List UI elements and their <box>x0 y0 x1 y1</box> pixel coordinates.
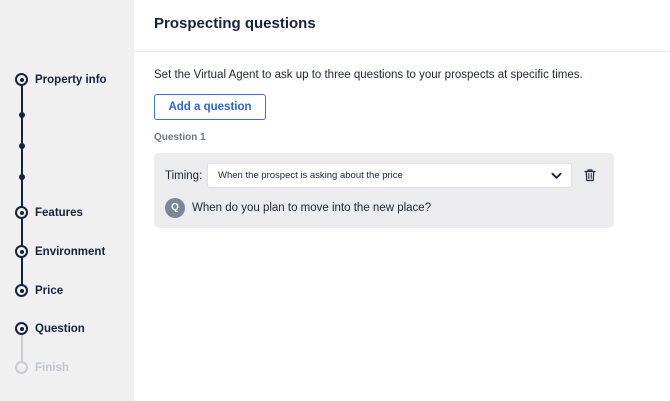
add-question-button[interactable]: Add a question <box>154 94 266 120</box>
page-header: Prospecting questions <box>134 0 670 52</box>
step-features[interactable]: Features <box>35 206 83 220</box>
chevron-down-icon <box>551 172 562 179</box>
question-text[interactable]: When do you plan to move into the new pl… <box>192 202 431 214</box>
timing-select-value: When the prospect is asking about the pr… <box>218 170 403 181</box>
substep-dot-icon <box>19 174 25 180</box>
step-question-icon <box>15 322 28 335</box>
step-finish: Finish <box>35 362 69 374</box>
step-property-info-icon <box>15 73 28 86</box>
question-heading: Question 1 <box>154 132 206 143</box>
question-card: Timing: When the prospect is asking abou… <box>154 153 614 228</box>
page-title: Prospecting questions <box>154 15 316 32</box>
timing-label: Timing: <box>165 170 203 182</box>
step-environment[interactable]: Environment <box>35 245 105 259</box>
substep-dot-icon <box>19 112 25 118</box>
step-property-info[interactable]: Property info <box>35 73 107 87</box>
question-badge: Q <box>165 198 185 218</box>
trash-icon[interactable] <box>583 168 597 182</box>
step-price[interactable]: Price <box>35 284 63 298</box>
stepper-line-upcoming <box>21 334 23 362</box>
step-finish-icon <box>15 361 28 374</box>
step-question[interactable]: Question <box>35 322 85 336</box>
timing-select[interactable]: When the prospect is asking about the pr… <box>207 163 572 188</box>
step-environment-icon <box>15 245 28 258</box>
stepper-sidebar: Property info Features Environment Price… <box>0 0 134 401</box>
intro-text: Set the Virtual Agent to ask up to three… <box>154 69 583 81</box>
step-price-icon <box>15 284 28 297</box>
substep-dot-icon <box>19 143 25 149</box>
step-features-icon <box>15 206 28 219</box>
